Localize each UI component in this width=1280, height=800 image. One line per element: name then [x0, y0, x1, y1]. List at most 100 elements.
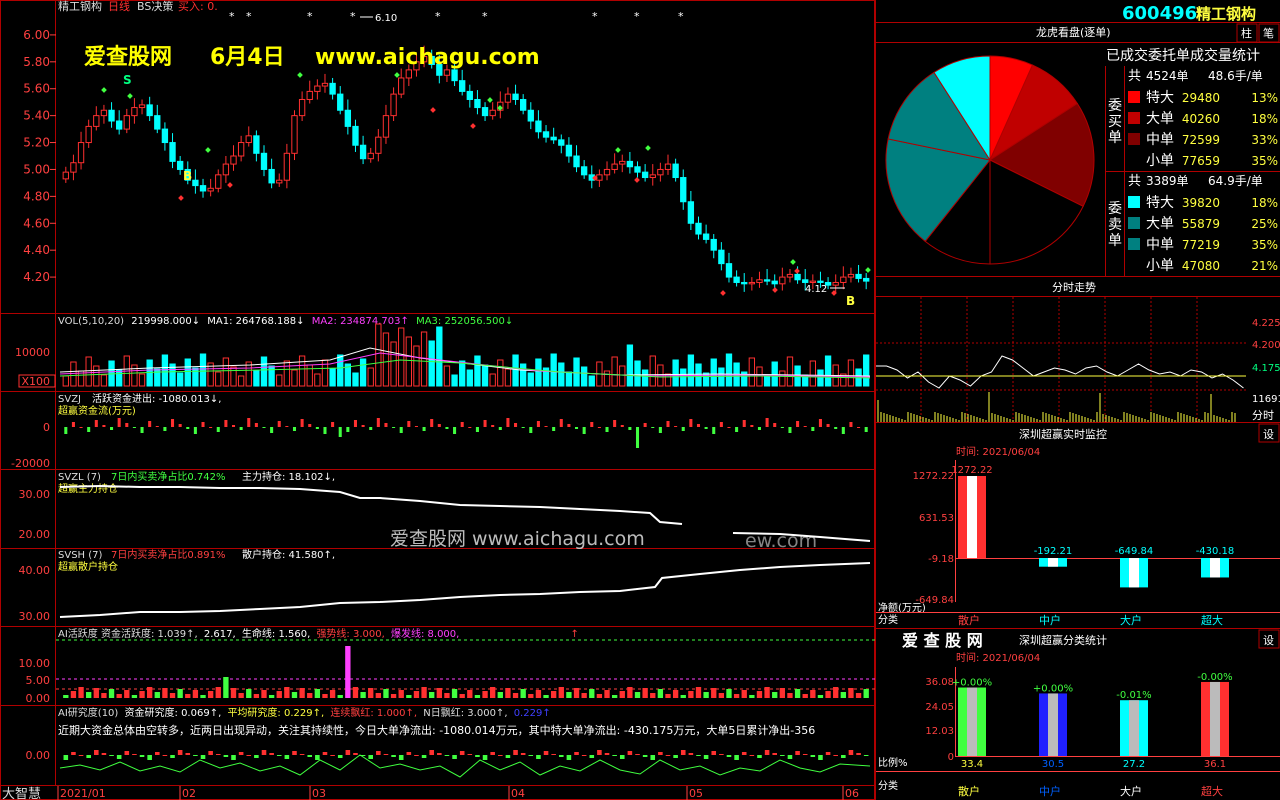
ai-act-arrow: ↑ — [571, 629, 579, 640]
flow-bar — [125, 423, 129, 427]
flow-bar — [87, 427, 91, 432]
research-bar — [558, 755, 564, 757]
research-bar — [467, 754, 473, 755]
vol-unit: X100 — [21, 375, 50, 388]
research-bar — [650, 755, 656, 760]
candle-body — [565, 144, 573, 157]
svg-text:AI活跃度 资金活跃度: 1.039↑, 2.6: AI活跃度 资金活跃度: 1.039↑, 2.617, 生命线: 1.560, … — [58, 627, 579, 640]
research-bar — [505, 755, 511, 758]
bar-toggle-label: 柱 — [1241, 26, 1252, 40]
research-bar — [177, 750, 183, 755]
buy-total-a: 共 — [1128, 69, 1141, 84]
price-tick: 5.60 — [23, 82, 50, 96]
order-percent: 21% — [1251, 259, 1278, 273]
signal-dot — [430, 107, 436, 113]
ai-act-tick: 0.00 — [26, 692, 51, 705]
research-bar — [566, 755, 572, 760]
legend-swatch — [1128, 196, 1140, 208]
candle-body — [382, 115, 390, 138]
ai-act-life: 生命线: 1.560, — [242, 627, 310, 640]
rt-cat: 中户 — [1039, 613, 1061, 627]
flow-bar — [193, 427, 197, 434]
flow-bar — [155, 426, 159, 427]
research-bar — [132, 754, 137, 755]
research-bar — [101, 753, 107, 755]
svsh-subtitle: 超赢散户持仓 — [58, 560, 118, 573]
research-bar — [749, 755, 755, 756]
candle-body — [237, 142, 245, 157]
research-bar — [315, 755, 320, 760]
cls-title: 深圳超赢分类统计 — [1019, 633, 1107, 647]
candle-body — [85, 125, 92, 144]
research-bar — [299, 754, 305, 755]
activity-bar — [482, 691, 488, 698]
candle-body — [77, 142, 85, 164]
volume-bar — [809, 360, 816, 387]
main-chart-area[interactable]: 精工钢构 日线 BS决策 买入: 0. 6.00 5.80 5.60 5.40 5.20… — [0, 0, 875, 800]
flow-bar — [491, 425, 495, 427]
activity-bar — [268, 695, 275, 698]
flow-bar — [178, 424, 182, 427]
activity-bar — [368, 688, 374, 698]
ai-activity-panel: AI活跃度 资金活跃度: 1.039↑, 2.617, 生命线: 1.560, … — [19, 627, 875, 705]
research-bar — [757, 755, 762, 758]
price-tick: 5.80 — [23, 55, 50, 69]
candle-body — [474, 98, 481, 109]
flow-bar — [300, 419, 304, 427]
research-bar — [711, 751, 717, 755]
candle-body — [657, 168, 664, 176]
order-volume: 39820 — [1182, 196, 1220, 210]
research-bar — [513, 750, 518, 755]
candle-body — [283, 152, 291, 181]
activity-bar — [352, 687, 359, 698]
candle-body — [520, 98, 527, 111]
volume-bar — [619, 365, 626, 387]
flow-bar — [498, 427, 502, 430]
activity-bar — [711, 688, 717, 698]
order-pie-chart — [885, 55, 1095, 265]
app-logo: 大智慧 — [2, 786, 41, 800]
activity-bar — [581, 693, 587, 698]
activity-bar — [238, 693, 244, 698]
signal-dot — [178, 195, 184, 201]
research-bar — [376, 751, 381, 755]
activity-bar — [863, 689, 869, 698]
research-bar — [833, 755, 838, 756]
class-stats-panel: 爱 查 股 网 深圳超赢分类统计 设 时间: 2021/06/04 36.08 … — [876, 629, 1280, 798]
activity-bar — [726, 689, 732, 698]
activity-bar — [329, 690, 336, 698]
activity-bar — [429, 692, 435, 698]
order-percent: 25% — [1251, 217, 1278, 231]
price-axis: 6.00 5.80 5.60 5.40 5.20 5.00 4.80 4.60 4.40 4.20 — [23, 28, 56, 284]
flow-bar — [651, 427, 655, 428]
intraday-vol: 11691 — [1252, 394, 1280, 405]
svsh-tick: 40.00 — [19, 564, 51, 577]
research-bar — [78, 755, 84, 756]
research-bar — [726, 755, 732, 757]
order-volume: 77659 — [1182, 154, 1220, 168]
candle-body — [398, 77, 405, 95]
flow-bar — [361, 425, 365, 427]
svzl-value: 主力持仓: 18.102↓, — [242, 470, 335, 483]
volume-bar — [237, 375, 245, 387]
flow-bar — [224, 420, 228, 427]
activity-bar — [116, 694, 122, 698]
volume-bar — [580, 366, 588, 387]
research-bar — [398, 755, 404, 760]
volume-bar — [85, 356, 92, 387]
buy-signal-b: B — [183, 169, 192, 183]
research-bar — [269, 753, 274, 755]
flow-bar — [171, 419, 175, 427]
research-bar — [612, 755, 617, 756]
flow-bar — [64, 427, 68, 434]
research-bar — [63, 755, 69, 760]
volume-bar — [779, 370, 786, 387]
activity-bar — [337, 695, 343, 698]
activity-bar — [535, 690, 542, 698]
volume-bar — [436, 326, 443, 387]
research-bar — [383, 754, 389, 755]
flow-bar — [780, 427, 784, 428]
activity-bar — [253, 694, 260, 698]
intraday-panel: 分时走势 4.225 4.200 4.175 11691 分时 — [876, 281, 1280, 423]
volume-bar — [291, 369, 298, 387]
